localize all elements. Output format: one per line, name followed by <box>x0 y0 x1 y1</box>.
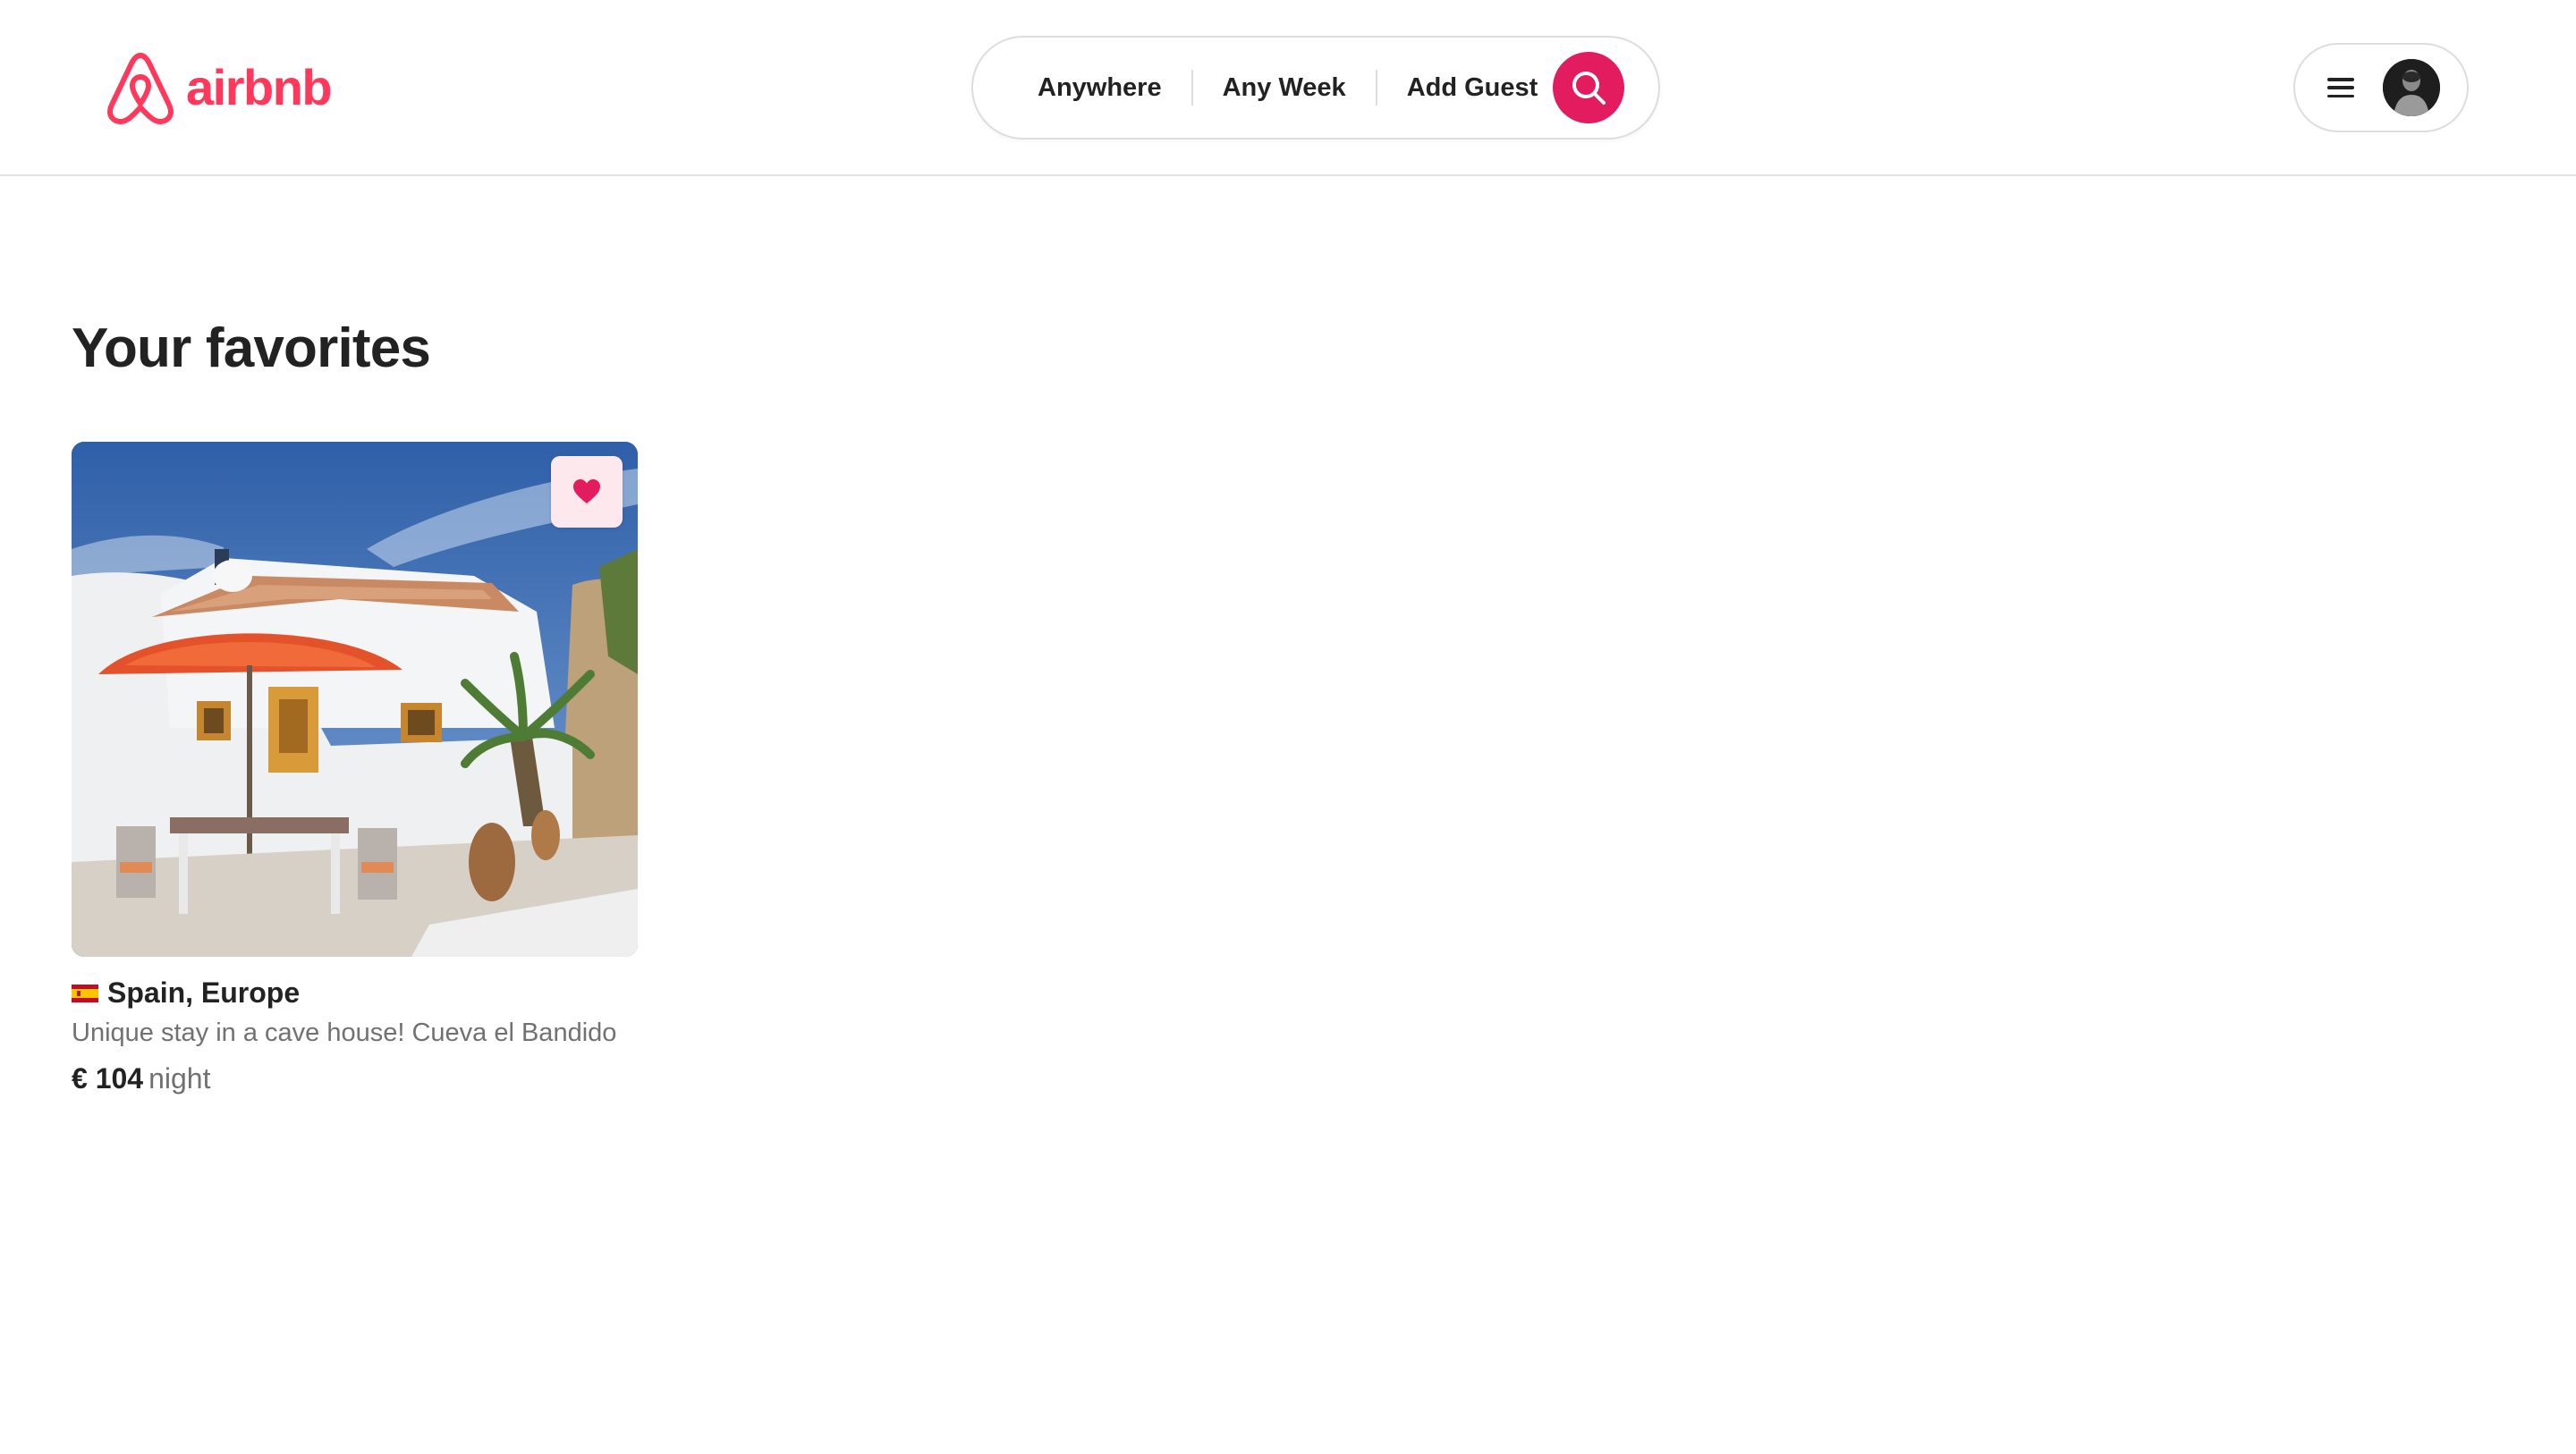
search-bar[interactable]: Anywhere Any Week Add Guest <box>971 36 1660 139</box>
listing-price-unit: night <box>148 1062 211 1095</box>
user-avatar <box>2383 59 2440 116</box>
airbnb-wordmark: airbnb <box>186 59 333 115</box>
search-when-button[interactable]: Any Week <box>1193 73 1376 103</box>
spain-flag-icon <box>72 984 98 1002</box>
listing-location: Spain, Europe <box>72 976 638 1010</box>
listing-photo[interactable] <box>72 442 638 957</box>
top-navigation-bar: airbnb Anywhere Any Week Add Guest <box>0 0 2576 176</box>
page-title: Your favorites <box>72 317 431 379</box>
favorite-heart-button[interactable] <box>551 456 623 528</box>
hamburger-menu-icon <box>2327 74 2354 101</box>
listing-price-amount: € 104 <box>72 1062 144 1095</box>
listing-location-label: Spain, Europe <box>107 976 301 1009</box>
avatar-photo <box>2383 59 2440 116</box>
user-menu-button[interactable] <box>2293 43 2469 132</box>
heart-icon <box>573 479 600 503</box>
search-button[interactable] <box>1553 52 1624 123</box>
listing-description: Unique stay in a cave house! Cueva el Ba… <box>72 1019 617 1047</box>
airbnb-logo-icon <box>107 53 174 124</box>
search-icon <box>1572 72 1606 105</box>
search-guests-button[interactable]: Add Guest <box>1377 73 1568 103</box>
favorite-listing-card[interactable]: Spain, Europe Unique stay in a cave hous… <box>72 442 638 1095</box>
airbnb-logo[interactable]: airbnb <box>106 50 333 125</box>
listing-price: € 104 night <box>72 1062 638 1095</box>
search-where-button[interactable]: Anywhere <box>973 73 1191 103</box>
